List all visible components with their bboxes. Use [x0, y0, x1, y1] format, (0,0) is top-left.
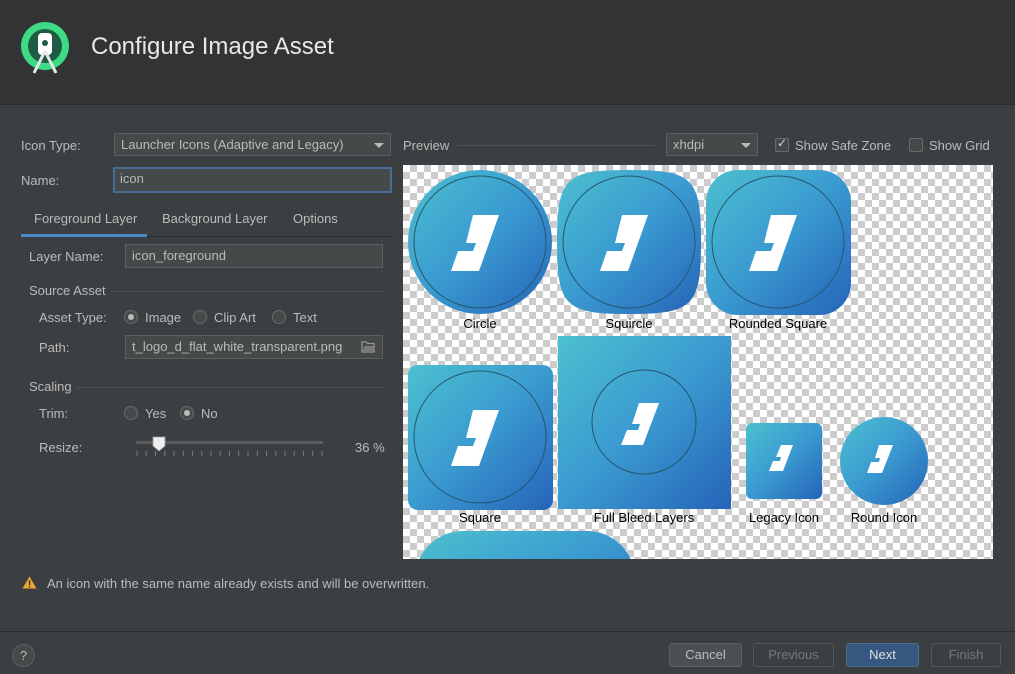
square-icon-preview	[408, 365, 553, 510]
previous-button[interactable]: Previous	[753, 643, 834, 667]
density-value: xhdpi	[673, 137, 705, 152]
asset-type-text-label: Text	[293, 310, 317, 325]
asset-type-image-label: Image	[145, 310, 182, 325]
full-bleed-layers-icon-preview	[558, 336, 731, 509]
layer-name-input[interactable]: icon_foreground	[125, 244, 383, 268]
resize-label: Resize:	[39, 440, 83, 455]
active-tab-indicator	[21, 234, 147, 237]
warning-icon	[22, 576, 37, 589]
chevron-down-icon	[741, 143, 751, 148]
squircle-caption: Squircle	[605, 316, 653, 331]
trim-yes-label: Yes	[145, 406, 167, 421]
layer-name-label: Layer Name:	[29, 249, 104, 264]
tab-foreground-layer[interactable]: Foreground Layer	[34, 211, 137, 226]
round-icon-preview	[840, 417, 928, 505]
tab-options[interactable]: Options	[293, 211, 338, 226]
full-bleed-layers-caption: Full Bleed Layers	[593, 510, 695, 525]
section-divider	[111, 291, 383, 292]
trim-yes-radio[interactable]	[124, 406, 138, 420]
icon-type-dropdown[interactable]: Launcher Icons (Adaptive and Legacy)	[114, 133, 391, 156]
path-label: Path:	[39, 340, 70, 355]
round-icon-caption: Round Icon	[850, 510, 918, 525]
trim-label: Trim:	[39, 406, 69, 421]
asset-type-image-radio[interactable]	[124, 310, 138, 324]
icon-type-label: Icon Type:	[21, 138, 81, 153]
rounded-square-icon-preview	[706, 170, 851, 315]
path-input[interactable]: t_logo_d_flat_white_transparent.png	[125, 335, 383, 359]
scaling-heading: Scaling	[29, 379, 72, 394]
resize-slider-thumb[interactable]	[152, 436, 166, 452]
legacy-icon-preview	[746, 423, 822, 499]
icon-preview-area: Circle Squircle Rounded Square Square Fu…	[403, 165, 993, 559]
square-caption: Square	[459, 510, 501, 525]
circle-icon-preview	[408, 170, 552, 314]
legacy-icon-caption: Legacy Icon	[748, 510, 820, 525]
section-divider	[457, 145, 655, 146]
trim-no-label: No	[201, 406, 218, 421]
path-value: t_logo_d_flat_white_transparent.png	[132, 339, 343, 354]
preview-label: Preview	[403, 138, 450, 153]
trim-no-radio[interactable]	[180, 406, 194, 420]
asset-type-text-radio[interactable]	[272, 310, 286, 324]
next-button[interactable]: Next	[846, 643, 919, 667]
icon-preview-canvas	[408, 170, 928, 559]
chevron-down-icon	[374, 143, 384, 148]
footer-divider	[0, 631, 1015, 632]
warning-message: An icon with the same name already exist…	[47, 576, 430, 591]
asset-type-label: Asset Type:	[39, 310, 107, 325]
asset-type-clipart-label: Clip Art	[214, 310, 256, 325]
dialog-title: Configure Image Asset	[91, 33, 334, 60]
folder-icon[interactable]	[361, 340, 376, 353]
help-button[interactable]: ?	[12, 644, 35, 667]
circle-caption: Circle	[463, 316, 497, 331]
name-label: Name:	[21, 173, 60, 188]
show-grid-label: Show Grid	[929, 138, 990, 153]
name-input[interactable]: icon	[113, 167, 392, 193]
section-divider	[77, 387, 383, 388]
resize-slider-ticks	[136, 451, 323, 456]
show-grid-checkbox[interactable]	[909, 138, 923, 152]
tab-background-layer[interactable]: Background Layer	[162, 211, 268, 226]
cancel-button[interactable]: Cancel	[669, 643, 742, 667]
android-studio-logo-icon	[21, 22, 69, 74]
source-asset-heading: Source Asset	[29, 283, 106, 298]
density-dropdown[interactable]: xhdpi	[666, 133, 758, 156]
asset-type-clipart-radio[interactable]	[193, 310, 207, 324]
layer-tabs: Foreground Layer Background Layer Option…	[21, 201, 392, 237]
finish-button[interactable]: Finish	[931, 643, 1001, 667]
squircle-icon-preview	[557, 170, 701, 314]
resize-value: 36 %	[355, 440, 385, 455]
partial-icon-preview	[419, 531, 631, 559]
icon-type-value: Launcher Icons (Adaptive and Legacy)	[121, 137, 344, 152]
rounded-square-caption: Rounded Square	[728, 316, 828, 331]
show-safe-zone-label: Show Safe Zone	[795, 138, 892, 153]
dialog-header: Configure Image Asset	[0, 0, 1015, 105]
show-safe-zone-checkbox[interactable]	[775, 136, 789, 152]
